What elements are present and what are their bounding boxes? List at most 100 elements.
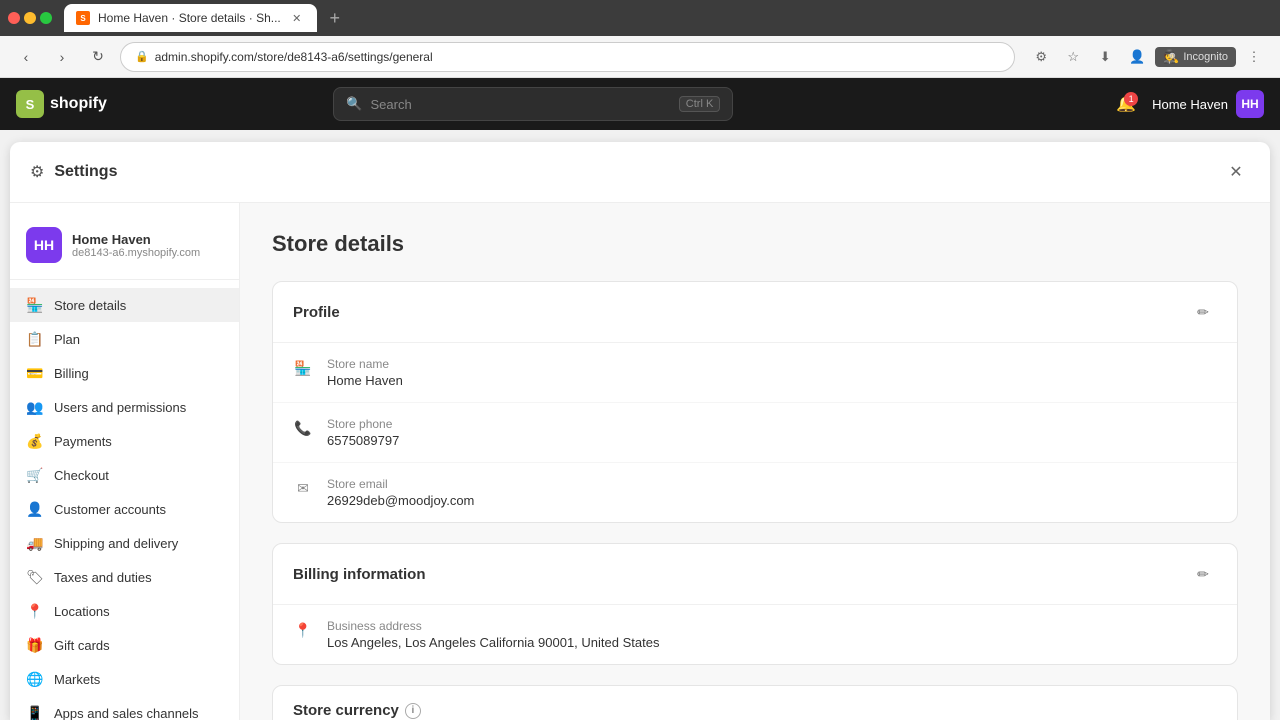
billing-card: Billing information ✏ 📍 Business address… [272,543,1238,665]
extensions-btn[interactable]: ⚙ [1027,43,1055,71]
checkout-icon: 🛒 [26,466,44,484]
profile-card: Profile ✏ 🏪 Store name Home Haven [272,281,1238,523]
forward-button[interactable]: › [48,43,76,71]
browser-titlebar: S Home Haven · Store details · Sh... ✕ + [0,0,1280,36]
search-bar[interactable]: 🔍 Search Ctrl K [333,87,733,121]
billing-icon: 💳 [26,364,44,382]
sidebar-label-billing: Billing [54,366,89,381]
sidebar-item-payments[interactable]: 💰 Payments [10,424,239,458]
settings-main: Store details Profile ✏ 🏪 Store name [240,203,1270,720]
security-icon: 🔒 [135,50,149,63]
settings-modal: ⚙ Settings ✕ HH Home Haven de8143-a6.mys… [10,142,1270,720]
sidebar-label-store-details: Store details [54,298,126,313]
sidebar-item-checkout[interactable]: 🛒 Checkout [10,458,239,492]
business-address-value: Los Angeles, Los Angeles California 9000… [327,635,659,650]
store-identity-info: Home Haven de8143-a6.myshopify.com [72,232,200,259]
sidebar-label-gift-cards: Gift cards [54,638,110,653]
currency-title-text: Store currency [293,702,399,719]
window-maximize[interactable] [40,12,52,24]
shopify-logo-icon: S [16,90,44,118]
markets-icon: 🌐 [26,670,44,688]
business-address-content: Business address Los Angeles, Los Angele… [327,619,659,650]
tab-close-btn[interactable]: ✕ [289,10,305,26]
settings-gear-icon: ⚙ [30,162,44,182]
sidebar-label-checkout: Checkout [54,468,109,483]
sidebar-item-locations[interactable]: 📍 Locations [10,594,239,628]
back-button[interactable]: ‹ [12,43,40,71]
settings-overlay: ⚙ Settings ✕ HH Home Haven de8143-a6.mys… [0,130,1280,720]
store-identity: HH Home Haven de8143-a6.myshopify.com [10,219,239,280]
customer-accounts-icon: 👤 [26,500,44,518]
store-phone-row: 📞 Store phone 6575089797 [273,403,1237,463]
tab-favicon: S [76,11,90,25]
sidebar-item-markets[interactable]: 🌐 Markets [10,662,239,696]
locations-icon: 📍 [26,602,44,620]
window-close[interactable] [8,12,20,24]
sidebar-label-apps: Apps and sales channels [54,706,199,720]
sidebar-label-shipping: Shipping and delivery [54,536,178,551]
profile-btn[interactable]: 👤 [1123,43,1151,71]
new-tab-button[interactable]: + [321,4,349,32]
incognito-label: Incognito [1183,51,1228,63]
active-tab[interactable]: S Home Haven · Store details · Sh... ✕ [64,4,317,32]
sidebar-item-apps[interactable]: 📱 Apps and sales channels [10,696,239,720]
shopify-logo-text: shopify [50,95,107,113]
sidebar-label-taxes: Taxes and duties [54,570,152,585]
reload-button[interactable]: ↻ [84,43,112,71]
notifications-button[interactable]: 🔔 1 [1110,88,1142,120]
sidebar-item-gift-cards[interactable]: 🎁 Gift cards [10,628,239,662]
store-email-icon: ✉ [293,478,313,498]
sidebar-item-store-details[interactable]: 🏪 Store details [10,288,239,322]
store-email-label: Store email [327,477,474,491]
sidebar-label-customer-accounts: Customer accounts [54,502,166,517]
store-email-content: Store email 26929deb@moodjoy.com [327,477,474,508]
window-minimize[interactable] [24,12,36,24]
store-phone-content: Store phone 6575089797 [327,417,399,448]
store-name-content: Store name Home Haven [327,357,403,388]
settings-title: Settings [54,163,117,181]
profile-edit-button[interactable]: ✏ [1189,298,1217,326]
shopify-app: S shopify 🔍 Search Ctrl K 🔔 1 Home Haven… [0,78,1280,720]
settings-sidebar: HH Home Haven de8143-a6.myshopify.com 🏪 … [10,203,240,720]
store-phone-label: Store phone [327,417,399,431]
sidebar-item-shipping[interactable]: 🚚 Shipping and delivery [10,526,239,560]
profile-card-header: Profile ✏ [273,282,1237,343]
sidebar-label-markets: Markets [54,672,100,687]
gift-cards-icon: 🎁 [26,636,44,654]
browser-actions: ⚙ ☆ ⬇ 👤 🕵 Incognito ⋮ [1027,43,1268,71]
sidebar-item-customer-accounts[interactable]: 👤 Customer accounts [10,492,239,526]
store-phone-value: 6575089797 [327,433,399,448]
currency-header: Store currency i [273,686,1237,720]
search-icon: 🔍 [346,96,362,112]
sidebar-item-billing[interactable]: 💳 Billing [10,356,239,390]
store-email-row: ✉ Store email 26929deb@moodjoy.com [273,463,1237,522]
address-bar[interactable]: 🔒 admin.shopify.com/store/de8143-a6/sett… [120,42,1015,72]
profile-card-title: Profile [293,304,340,321]
currency-title: Store currency i [293,702,1217,719]
store-switcher[interactable]: Home Haven HH [1152,90,1264,118]
sidebar-label-users: Users and permissions [54,400,186,415]
search-shortcut: Ctrl K [679,96,721,112]
store-avatar: HH [1236,90,1264,118]
topbar: S shopify 🔍 Search Ctrl K 🔔 1 Home Haven… [0,78,1280,130]
page-title: Store details [272,231,1238,257]
settings-close-button[interactable]: ✕ [1222,158,1250,186]
downloads-btn[interactable]: ⬇ [1091,43,1119,71]
billing-card-header: Billing information ✏ [273,544,1237,605]
more-options-btn[interactable]: ⋮ [1240,43,1268,71]
notification-badge: 1 [1124,92,1138,106]
sidebar-item-taxes[interactable]: 🏷 Taxes and duties [10,560,239,594]
store-name-value: Home Haven [327,373,403,388]
billing-card-title: Billing information [293,566,426,583]
tab-title: Home Haven · Store details · Sh... [98,11,281,25]
bookmark-btn[interactable]: ☆ [1059,43,1087,71]
currency-info-icon[interactable]: i [405,703,421,719]
billing-edit-button[interactable]: ✏ [1189,560,1217,588]
sidebar-item-users[interactable]: 👥 Users and permissions [10,390,239,424]
sidebar-label-locations: Locations [54,604,110,619]
sidebar-item-plan[interactable]: 📋 Plan [10,322,239,356]
store-name-label: Store name [327,357,403,371]
business-address-label: Business address [327,619,659,633]
store-details-icon: 🏪 [26,296,44,314]
sidebar-store-domain: de8143-a6.myshopify.com [72,247,200,259]
